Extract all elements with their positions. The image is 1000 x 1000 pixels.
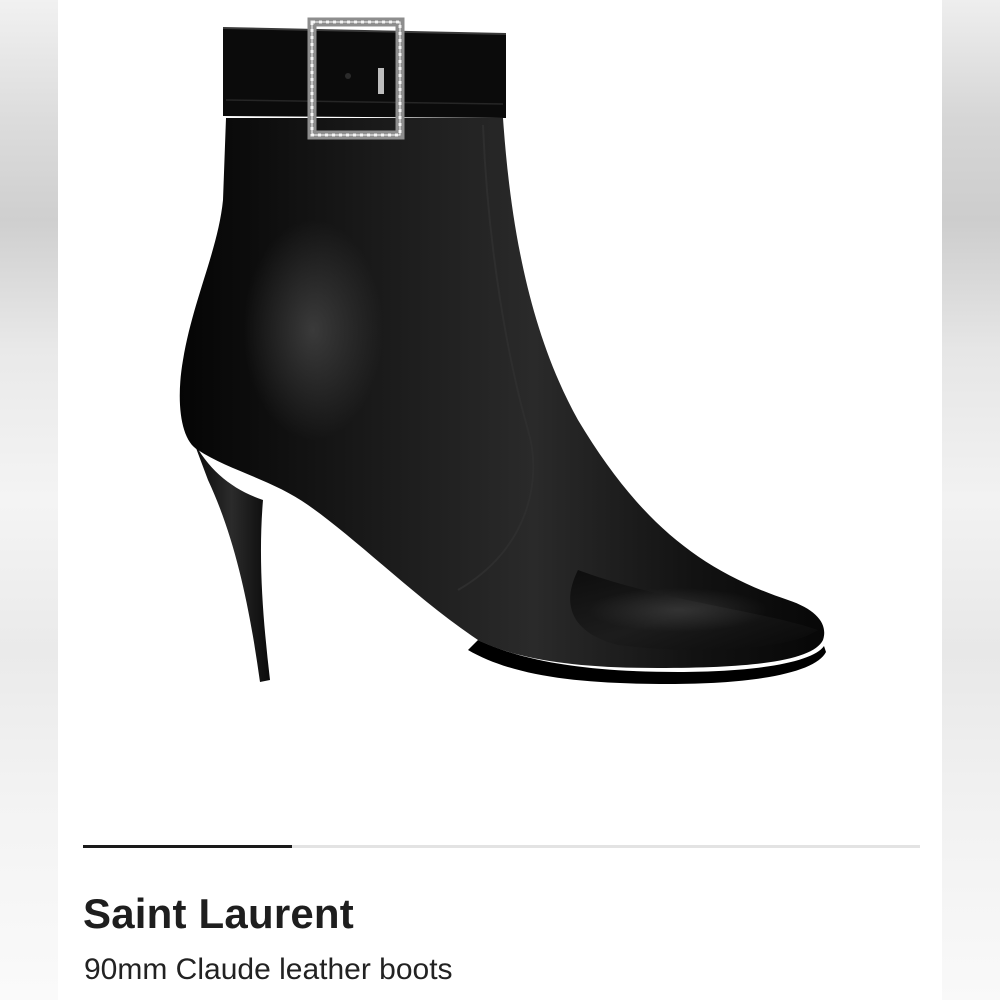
- background-blur-left: [0, 0, 58, 1000]
- image-carousel-indicator[interactable]: [83, 845, 920, 848]
- carousel-progress-bar: [83, 845, 293, 848]
- background-blur-right: [942, 0, 1000, 1000]
- boot-image: [179, 17, 826, 684]
- product-image[interactable]: [58, 0, 942, 820]
- product-card[interactable]: Saint Laurent 90mm Claude leather boots: [58, 0, 942, 1000]
- screen: Saint Laurent 90mm Claude leather boots: [0, 0, 1000, 1000]
- ankle-strap: [223, 28, 506, 118]
- brand-name[interactable]: Saint Laurent: [83, 888, 354, 940]
- product-title[interactable]: 90mm Claude leather boots: [84, 950, 453, 990]
